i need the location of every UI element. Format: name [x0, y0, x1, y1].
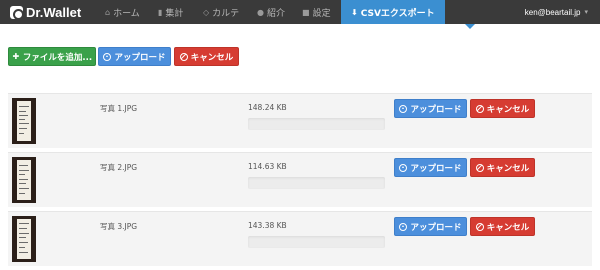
upload-label: アップロード	[410, 163, 462, 174]
file-name: 写真 3.JPG	[100, 222, 138, 231]
info-icon: ●	[257, 7, 264, 17]
receipt-thumbnail	[12, 98, 36, 144]
nav-item-label: 紹介	[266, 8, 285, 19]
nav-item-label: CSVエクスポート	[360, 8, 435, 19]
file-row: 写真 3.JPG 143.38 KB アップロード キャンセル	[8, 211, 592, 266]
cancel-label: キャンセル	[486, 163, 530, 174]
tag-icon: ◇	[203, 7, 210, 17]
nav-item-summary[interactable]: ▮ 集計	[158, 0, 183, 24]
upload-label: アップロード	[410, 104, 462, 115]
upload-all-label: アップロード	[114, 52, 166, 63]
bar-chart-icon: ▮	[158, 7, 163, 17]
user-email: ken@beartail.jp	[524, 7, 581, 17]
ban-icon	[179, 52, 188, 61]
top-navbar: Dr.Wallet ⌂ ホーム ▮ 集計 ◇ カルテ ● 紹介 ■ 設定 ⬇ C…	[0, 0, 600, 24]
file-size: 148.24 KB	[248, 103, 287, 112]
upload-circle-icon	[399, 163, 408, 172]
download-icon: ⬇	[351, 7, 358, 17]
cancel-all-label: キャンセル	[190, 52, 234, 63]
cancel-button[interactable]: キャンセル	[470, 158, 535, 177]
cancel-label: キャンセル	[486, 104, 530, 115]
upload-label: アップロード	[410, 222, 462, 233]
brand-logo[interactable]: Dr.Wallet	[10, 4, 81, 20]
nav-item-karte[interactable]: ◇ カルテ	[203, 0, 239, 24]
nav-item-label: 集計	[165, 8, 184, 19]
nav-item-label: 設定	[312, 8, 331, 19]
cancel-all-button[interactable]: キャンセル	[174, 47, 239, 66]
file-size: 114.63 KB	[248, 162, 287, 171]
file-row: 写真 1.JPG 148.24 KB アップロード キャンセル	[8, 93, 592, 148]
file-size: 143.38 KB	[248, 221, 287, 230]
receipt-thumbnail	[12, 157, 36, 203]
file-row: 写真 2.JPG 114.63 KB アップロード キャンセル	[8, 152, 592, 207]
upload-progress-bar	[248, 177, 385, 189]
wallet-logo-icon	[10, 5, 24, 20]
upload-circle-icon	[399, 222, 408, 231]
add-files-label: ファイルを追加...	[22, 52, 93, 63]
upload-progress-bar	[248, 236, 385, 248]
receipt-thumbnail	[12, 216, 36, 262]
nav-item-settings[interactable]: ■ 設定	[302, 0, 331, 24]
ban-icon	[475, 163, 484, 172]
nav-item-introduce[interactable]: ● 紹介	[257, 0, 285, 24]
cancel-button[interactable]: キャンセル	[470, 217, 535, 236]
add-files-button[interactable]: ✚ ファイルを追加...	[8, 47, 96, 66]
cancel-label: キャンセル	[486, 222, 530, 233]
ban-icon	[475, 222, 484, 231]
upload-button[interactable]: アップロード	[394, 217, 467, 236]
upload-button[interactable]: アップロード	[394, 158, 467, 177]
upload-button[interactable]: アップロード	[394, 99, 467, 118]
user-menu[interactable]: ken@beartail.jp ▾	[525, 0, 588, 24]
ban-icon	[475, 104, 484, 113]
nav-item-home[interactable]: ⌂ ホーム	[105, 0, 140, 24]
upload-circle-icon	[103, 52, 112, 61]
chevron-down-icon: ▾	[584, 9, 588, 16]
gear-icon: ■	[302, 7, 310, 17]
home-icon: ⌂	[105, 7, 111, 17]
cancel-button[interactable]: キャンセル	[470, 99, 535, 118]
upload-circle-icon	[399, 104, 408, 113]
brand-name: Dr.Wallet	[26, 4, 82, 20]
nav-item-csv-export[interactable]: ⬇ CSVエクスポート	[341, 0, 445, 24]
plus-icon: ✚	[12, 52, 20, 61]
upload-all-button[interactable]: アップロード	[98, 47, 171, 66]
upload-progress-bar	[248, 118, 385, 130]
file-name: 写真 1.JPG	[100, 104, 138, 113]
nav-item-label: ホーム	[113, 8, 140, 19]
nav-item-label: カルテ	[212, 8, 240, 19]
file-name: 写真 2.JPG	[100, 163, 138, 172]
active-tab-caret	[465, 24, 475, 29]
